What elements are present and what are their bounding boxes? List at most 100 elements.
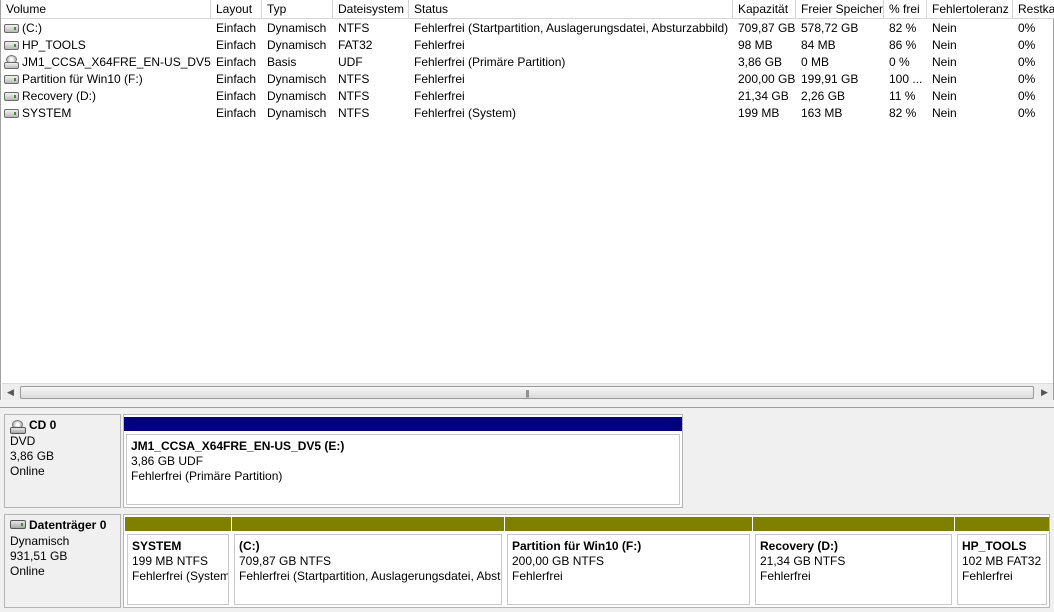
filesystem-cell: NTFS	[338, 89, 370, 103]
table-row[interactable]: JM1_CCSA_X64FRE_EN-US_DV5 (E:) Einfach Bas…	[1, 54, 1054, 71]
partition-status: Fehlerfrei (System)	[132, 569, 229, 583]
capacity-cell: 199 MB	[738, 106, 780, 120]
pane-splitter[interactable]	[0, 400, 1054, 408]
capacity-cell: 98 MB	[738, 38, 773, 52]
list-header: Volume Layout Typ Dateisystem Status Kap…	[1, 0, 1054, 19]
partition-c[interactable]: (C:) 709,87 GB NTFS Fehlerfrei (Startpar…	[232, 515, 504, 607]
disk-size: 931,51 GB	[10, 549, 68, 563]
partition-f[interactable]: Partition für Win10 (F:) 200,00 GB NTFS …	[505, 515, 752, 607]
volume-name: (C:)	[22, 21, 42, 35]
disk-label-disk0[interactable]: Datenträger 0 Dynamisch 931,51 GB Online	[4, 514, 121, 608]
percent-free-cell: 86 %	[889, 38, 917, 52]
free-space-cell: 163 MB	[801, 106, 843, 120]
cd-drive-icon	[4, 55, 19, 70]
fault-tolerance-cell: Nein	[932, 21, 957, 35]
filesystem-cell: FAT32	[338, 38, 373, 52]
table-row[interactable]: HP_TOOLS Einfach Dynamisch FAT32 Fehlerfrei 9…	[1, 37, 1054, 54]
partition-system[interactable]: SYSTEM 199 MB NTFS Fehlerfrei (System)	[125, 515, 231, 607]
partition-bar	[955, 517, 1049, 531]
partition-status: Fehlerfrei	[760, 569, 811, 583]
partition-name: Partition für Win10 (F:)	[512, 539, 642, 553]
partition-d[interactable]: Recovery (D:) 21,34 GB NTFS Fehlerfrei	[753, 515, 954, 607]
partition-bar	[232, 517, 504, 531]
type-cell: Dynamisch	[267, 38, 327, 52]
disk-label-cd0[interactable]: CD 0 DVD 3,86 GB Online	[4, 414, 121, 508]
layout-cell: Einfach	[216, 55, 257, 69]
layout-cell: Einfach	[216, 89, 257, 103]
volume-name: Partition für Win10 (F:)	[22, 72, 143, 86]
layout-cell: Einfach	[216, 21, 257, 35]
type-cell: Dynamisch	[267, 106, 327, 120]
hard-disk-icon	[10, 520, 26, 529]
partition-hp-tools[interactable]: HP_TOOLS 102 MB FAT32 Fehlerfrei	[955, 515, 1049, 607]
volume-list[interactable]: Volume Layout Typ Dateisystem Status Kap…	[0, 0, 1054, 400]
column-header-prozent-frei[interactable]: % frei	[884, 0, 927, 19]
partition-name: (C:)	[239, 539, 260, 553]
column-header-layout[interactable]: Layout	[211, 0, 262, 19]
layout-cell: Einfach	[216, 72, 257, 86]
overhead-cell: 0%	[1018, 38, 1036, 52]
overhead-cell: 0%	[1018, 89, 1036, 103]
partition-status: Fehlerfrei	[962, 569, 1013, 583]
filesystem-cell: NTFS	[338, 106, 370, 120]
partition-body: JM1_CCSA_X64FRE_EN-US_DV5 (E:) 3,86 GB U…	[126, 434, 680, 505]
scroll-left-arrow-icon[interactable]: ◀	[2, 384, 19, 401]
partition-size: 709,87 GB NTFS	[239, 554, 332, 568]
scroll-right-arrow-icon[interactable]: ▶	[1036, 384, 1053, 401]
partition-name: JM1_CCSA_X64FRE_EN-US_DV5 (E:)	[131, 439, 345, 453]
volume-name: Recovery (D:)	[22, 89, 97, 103]
fault-tolerance-cell: Nein	[932, 72, 957, 86]
drive-icon	[4, 24, 19, 33]
drive-icon	[4, 109, 19, 118]
capacity-cell: 21,34 GB	[738, 89, 789, 103]
partition-status: Fehlerfrei	[512, 569, 563, 583]
disk-state: Online	[10, 564, 45, 578]
partition-size: 3,86 GB UDF	[131, 454, 204, 468]
partition-bar	[505, 517, 752, 531]
free-space-cell: 0 MB	[801, 55, 830, 69]
overhead-cell: 0%	[1018, 72, 1036, 86]
status-cell: Fehlerfrei	[414, 38, 465, 52]
partition-size: 102 MB FAT32	[962, 554, 1042, 568]
disk-graphical-view: CD 0 DVD 3,86 GB Online JM1_CCSA_X64FRE_…	[0, 408, 1054, 612]
cd-drive-icon	[10, 420, 26, 434]
status-cell: Fehlerfrei	[414, 72, 465, 86]
free-space-cell: 2,26 GB	[801, 89, 846, 103]
capacity-cell: 200,00 GB	[738, 72, 796, 86]
horizontal-scrollbar[interactable]: ◀ ||| ▶	[2, 383, 1053, 400]
filesystem-cell: NTFS	[338, 21, 370, 35]
table-row[interactable]: (C:) Einfach Dynamisch NTFS Fehlerfrei (Star…	[1, 20, 1054, 37]
capacity-cell: 709,87 GB	[738, 21, 796, 35]
type-cell: Dynamisch	[267, 72, 327, 86]
partition-e[interactable]: JM1_CCSA_X64FRE_EN-US_DV5 (E:) 3,86 GB U…	[124, 415, 682, 507]
type-cell: Dynamisch	[267, 21, 327, 35]
table-row[interactable]: Partition für Win10 (F:) Einfach Dynamisch…	[1, 71, 1054, 88]
fault-tolerance-cell: Nein	[932, 106, 957, 120]
volume-name: SYSTEM	[22, 106, 72, 120]
layout-cell: Einfach	[216, 38, 257, 52]
table-row[interactable]: Recovery (D:) Einfach Dynamisch NTFS Fehlerf…	[1, 88, 1054, 105]
fault-tolerance-cell: Nein	[932, 38, 957, 52]
column-header-volume[interactable]: Volume	[1, 0, 211, 19]
column-header-typ[interactable]: Typ	[262, 0, 333, 19]
partition-size: 21,34 GB NTFS	[760, 554, 846, 568]
table-row[interactable]: SYSTEM Einfach Dynamisch NTFS Fehlerfrei (Sy…	[1, 105, 1054, 122]
column-header-freier-speicher[interactable]: Freier Speicher	[796, 0, 884, 19]
filesystem-cell: NTFS	[338, 72, 370, 86]
filesystem-cell: UDF	[338, 55, 363, 69]
free-space-cell: 578,72 GB	[801, 21, 859, 35]
column-header-restkapazitaet[interactable]: Restkapazität	[1013, 0, 1054, 19]
partition-body: Partition für Win10 (F:) 200,00 GB NTFS …	[507, 534, 750, 605]
drive-icon	[4, 75, 19, 84]
drive-icon	[4, 41, 19, 50]
free-space-cell: 84 MB	[801, 38, 836, 52]
column-header-status[interactable]: Status	[409, 0, 733, 19]
scrollbar-thumb[interactable]: |||	[20, 386, 1034, 399]
overhead-cell: 0%	[1018, 21, 1036, 35]
disk-title: CD 0	[29, 418, 57, 432]
column-header-dateisystem[interactable]: Dateisystem	[333, 0, 409, 19]
column-header-kapazitaet[interactable]: Kapazität	[733, 0, 796, 19]
column-header-fehlertoleranz[interactable]: Fehlertoleranz	[927, 0, 1013, 19]
disk-area-cd0: JM1_CCSA_X64FRE_EN-US_DV5 (E:) 3,86 GB U…	[123, 414, 683, 508]
partition-bar	[124, 417, 682, 431]
